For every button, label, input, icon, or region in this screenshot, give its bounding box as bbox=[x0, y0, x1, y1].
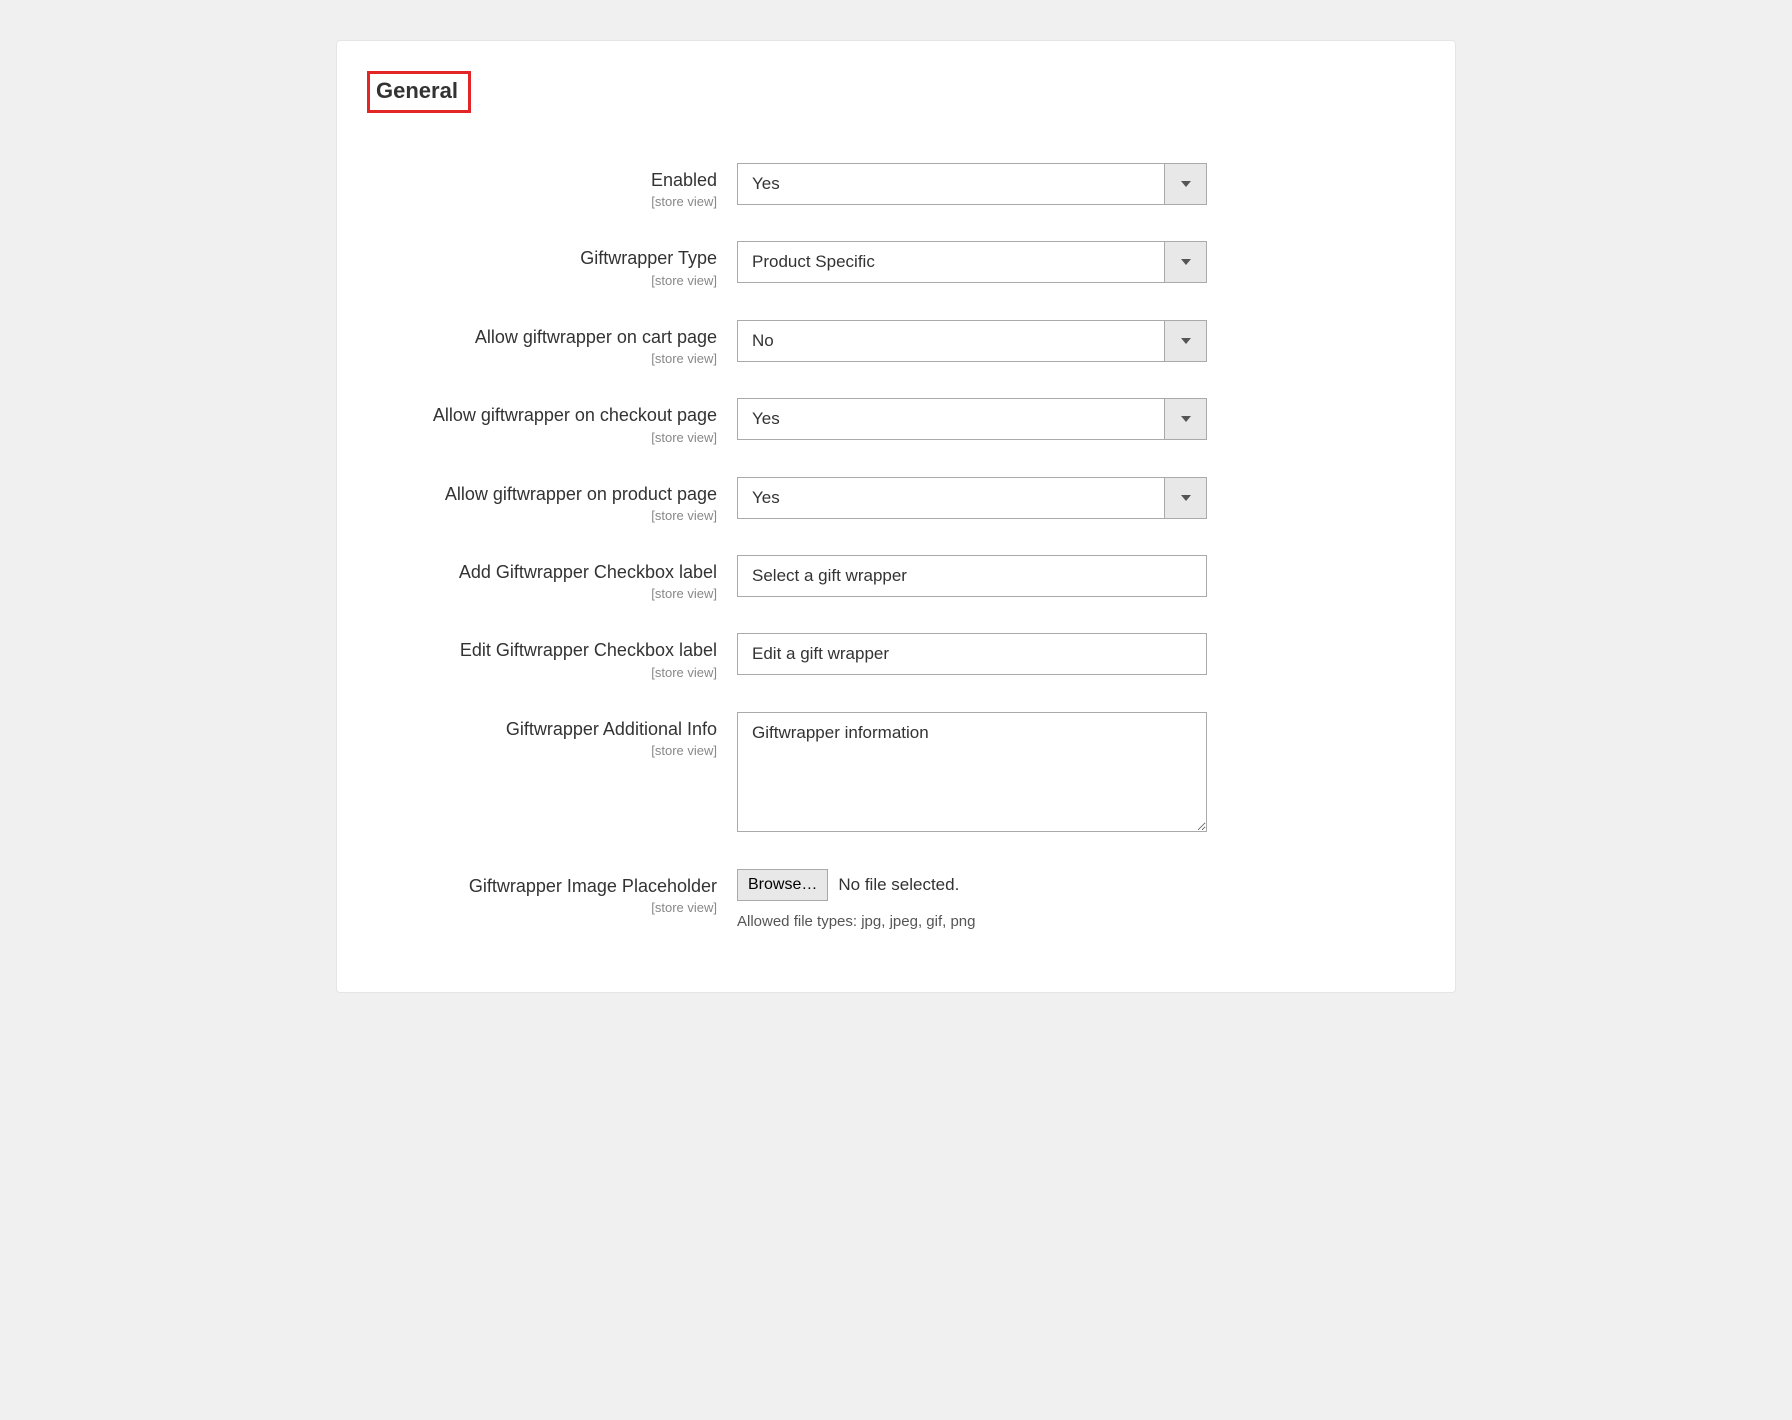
field-label: Edit Giftwrapper Checkbox label bbox=[367, 639, 717, 662]
add-checkbox-label-input[interactable] bbox=[737, 555, 1207, 597]
field-label: Allow giftwrapper on product page bbox=[367, 483, 717, 506]
chevron-down-icon bbox=[1164, 242, 1206, 282]
field-row-giftwrapper-type: Giftwrapper Type [store view] Product Sp… bbox=[367, 241, 1425, 287]
select-value: Product Specific bbox=[738, 242, 1164, 282]
control-col bbox=[737, 555, 1207, 597]
select-value: Yes bbox=[738, 399, 1164, 439]
field-row-edit-checkbox-label: Edit Giftwrapper Checkbox label [store v… bbox=[367, 633, 1425, 679]
label-col: Add Giftwrapper Checkbox label [store vi… bbox=[367, 555, 737, 601]
edit-checkbox-label-input[interactable] bbox=[737, 633, 1207, 675]
allow-cart-select[interactable]: No bbox=[737, 320, 1207, 362]
settings-panel: General Enabled [store view] Yes Giftwra… bbox=[336, 40, 1456, 993]
file-status-text: No file selected. bbox=[838, 875, 959, 895]
field-scope: [store view] bbox=[367, 194, 717, 209]
label-col: Giftwrapper Image Placeholder [store vie… bbox=[367, 869, 737, 915]
field-scope: [store view] bbox=[367, 900, 717, 915]
field-label: Giftwrapper Image Placeholder bbox=[367, 875, 717, 898]
allow-product-select[interactable]: Yes bbox=[737, 477, 1207, 519]
control-col bbox=[737, 712, 1207, 837]
file-input-row: Browse… No file selected. bbox=[737, 869, 1207, 901]
label-col: Allow giftwrapper on checkout page [stor… bbox=[367, 398, 737, 444]
field-row-add-checkbox-label: Add Giftwrapper Checkbox label [store vi… bbox=[367, 555, 1425, 601]
select-value: Yes bbox=[738, 478, 1164, 518]
control-col: Browse… No file selected. Allowed file t… bbox=[737, 869, 1207, 930]
field-row-allow-cart: Allow giftwrapper on cart page [store vi… bbox=[367, 320, 1425, 366]
field-label: Giftwrapper Additional Info bbox=[367, 718, 717, 741]
field-row-enabled: Enabled [store view] Yes bbox=[367, 163, 1425, 209]
control-col: No bbox=[737, 320, 1207, 362]
control-col: Yes bbox=[737, 477, 1207, 519]
browse-button[interactable]: Browse… bbox=[737, 869, 828, 901]
field-label: Allow giftwrapper on cart page bbox=[367, 326, 717, 349]
label-col: Edit Giftwrapper Checkbox label [store v… bbox=[367, 633, 737, 679]
field-row-allow-product: Allow giftwrapper on product page [store… bbox=[367, 477, 1425, 523]
field-label: Add Giftwrapper Checkbox label bbox=[367, 561, 717, 584]
field-label: Allow giftwrapper on checkout page bbox=[367, 404, 717, 427]
label-col: Allow giftwrapper on product page [store… bbox=[367, 477, 737, 523]
label-col: Giftwrapper Additional Info [store view] bbox=[367, 712, 737, 758]
select-value: Yes bbox=[738, 164, 1164, 204]
file-hint-text: Allowed file types: jpg, jpeg, gif, png bbox=[737, 913, 1207, 930]
field-scope: [store view] bbox=[367, 351, 717, 366]
giftwrapper-type-select[interactable]: Product Specific bbox=[737, 241, 1207, 283]
additional-info-textarea[interactable] bbox=[737, 712, 1207, 832]
field-row-additional-info: Giftwrapper Additional Info [store view] bbox=[367, 712, 1425, 837]
select-value: No bbox=[738, 321, 1164, 361]
field-scope: [store view] bbox=[367, 665, 717, 680]
chevron-down-icon bbox=[1164, 321, 1206, 361]
field-scope: [store view] bbox=[367, 430, 717, 445]
chevron-down-icon bbox=[1164, 399, 1206, 439]
allow-checkout-select[interactable]: Yes bbox=[737, 398, 1207, 440]
control-col: Yes bbox=[737, 163, 1207, 205]
field-row-allow-checkout: Allow giftwrapper on checkout page [stor… bbox=[367, 398, 1425, 444]
chevron-down-icon bbox=[1164, 478, 1206, 518]
control-col: Product Specific bbox=[737, 241, 1207, 283]
label-col: Giftwrapper Type [store view] bbox=[367, 241, 737, 287]
label-col: Enabled [store view] bbox=[367, 163, 737, 209]
chevron-down-icon bbox=[1164, 164, 1206, 204]
label-col: Allow giftwrapper on cart page [store vi… bbox=[367, 320, 737, 366]
field-label: Enabled bbox=[367, 169, 717, 192]
field-row-image-placeholder: Giftwrapper Image Placeholder [store vie… bbox=[367, 869, 1425, 930]
enabled-select[interactable]: Yes bbox=[737, 163, 1207, 205]
field-scope: [store view] bbox=[367, 743, 717, 758]
field-scope: [store view] bbox=[367, 508, 717, 523]
field-label: Giftwrapper Type bbox=[367, 247, 717, 270]
field-scope: [store view] bbox=[367, 273, 717, 288]
field-scope: [store view] bbox=[367, 586, 717, 601]
section-title: General bbox=[367, 71, 471, 113]
control-col bbox=[737, 633, 1207, 675]
control-col: Yes bbox=[737, 398, 1207, 440]
